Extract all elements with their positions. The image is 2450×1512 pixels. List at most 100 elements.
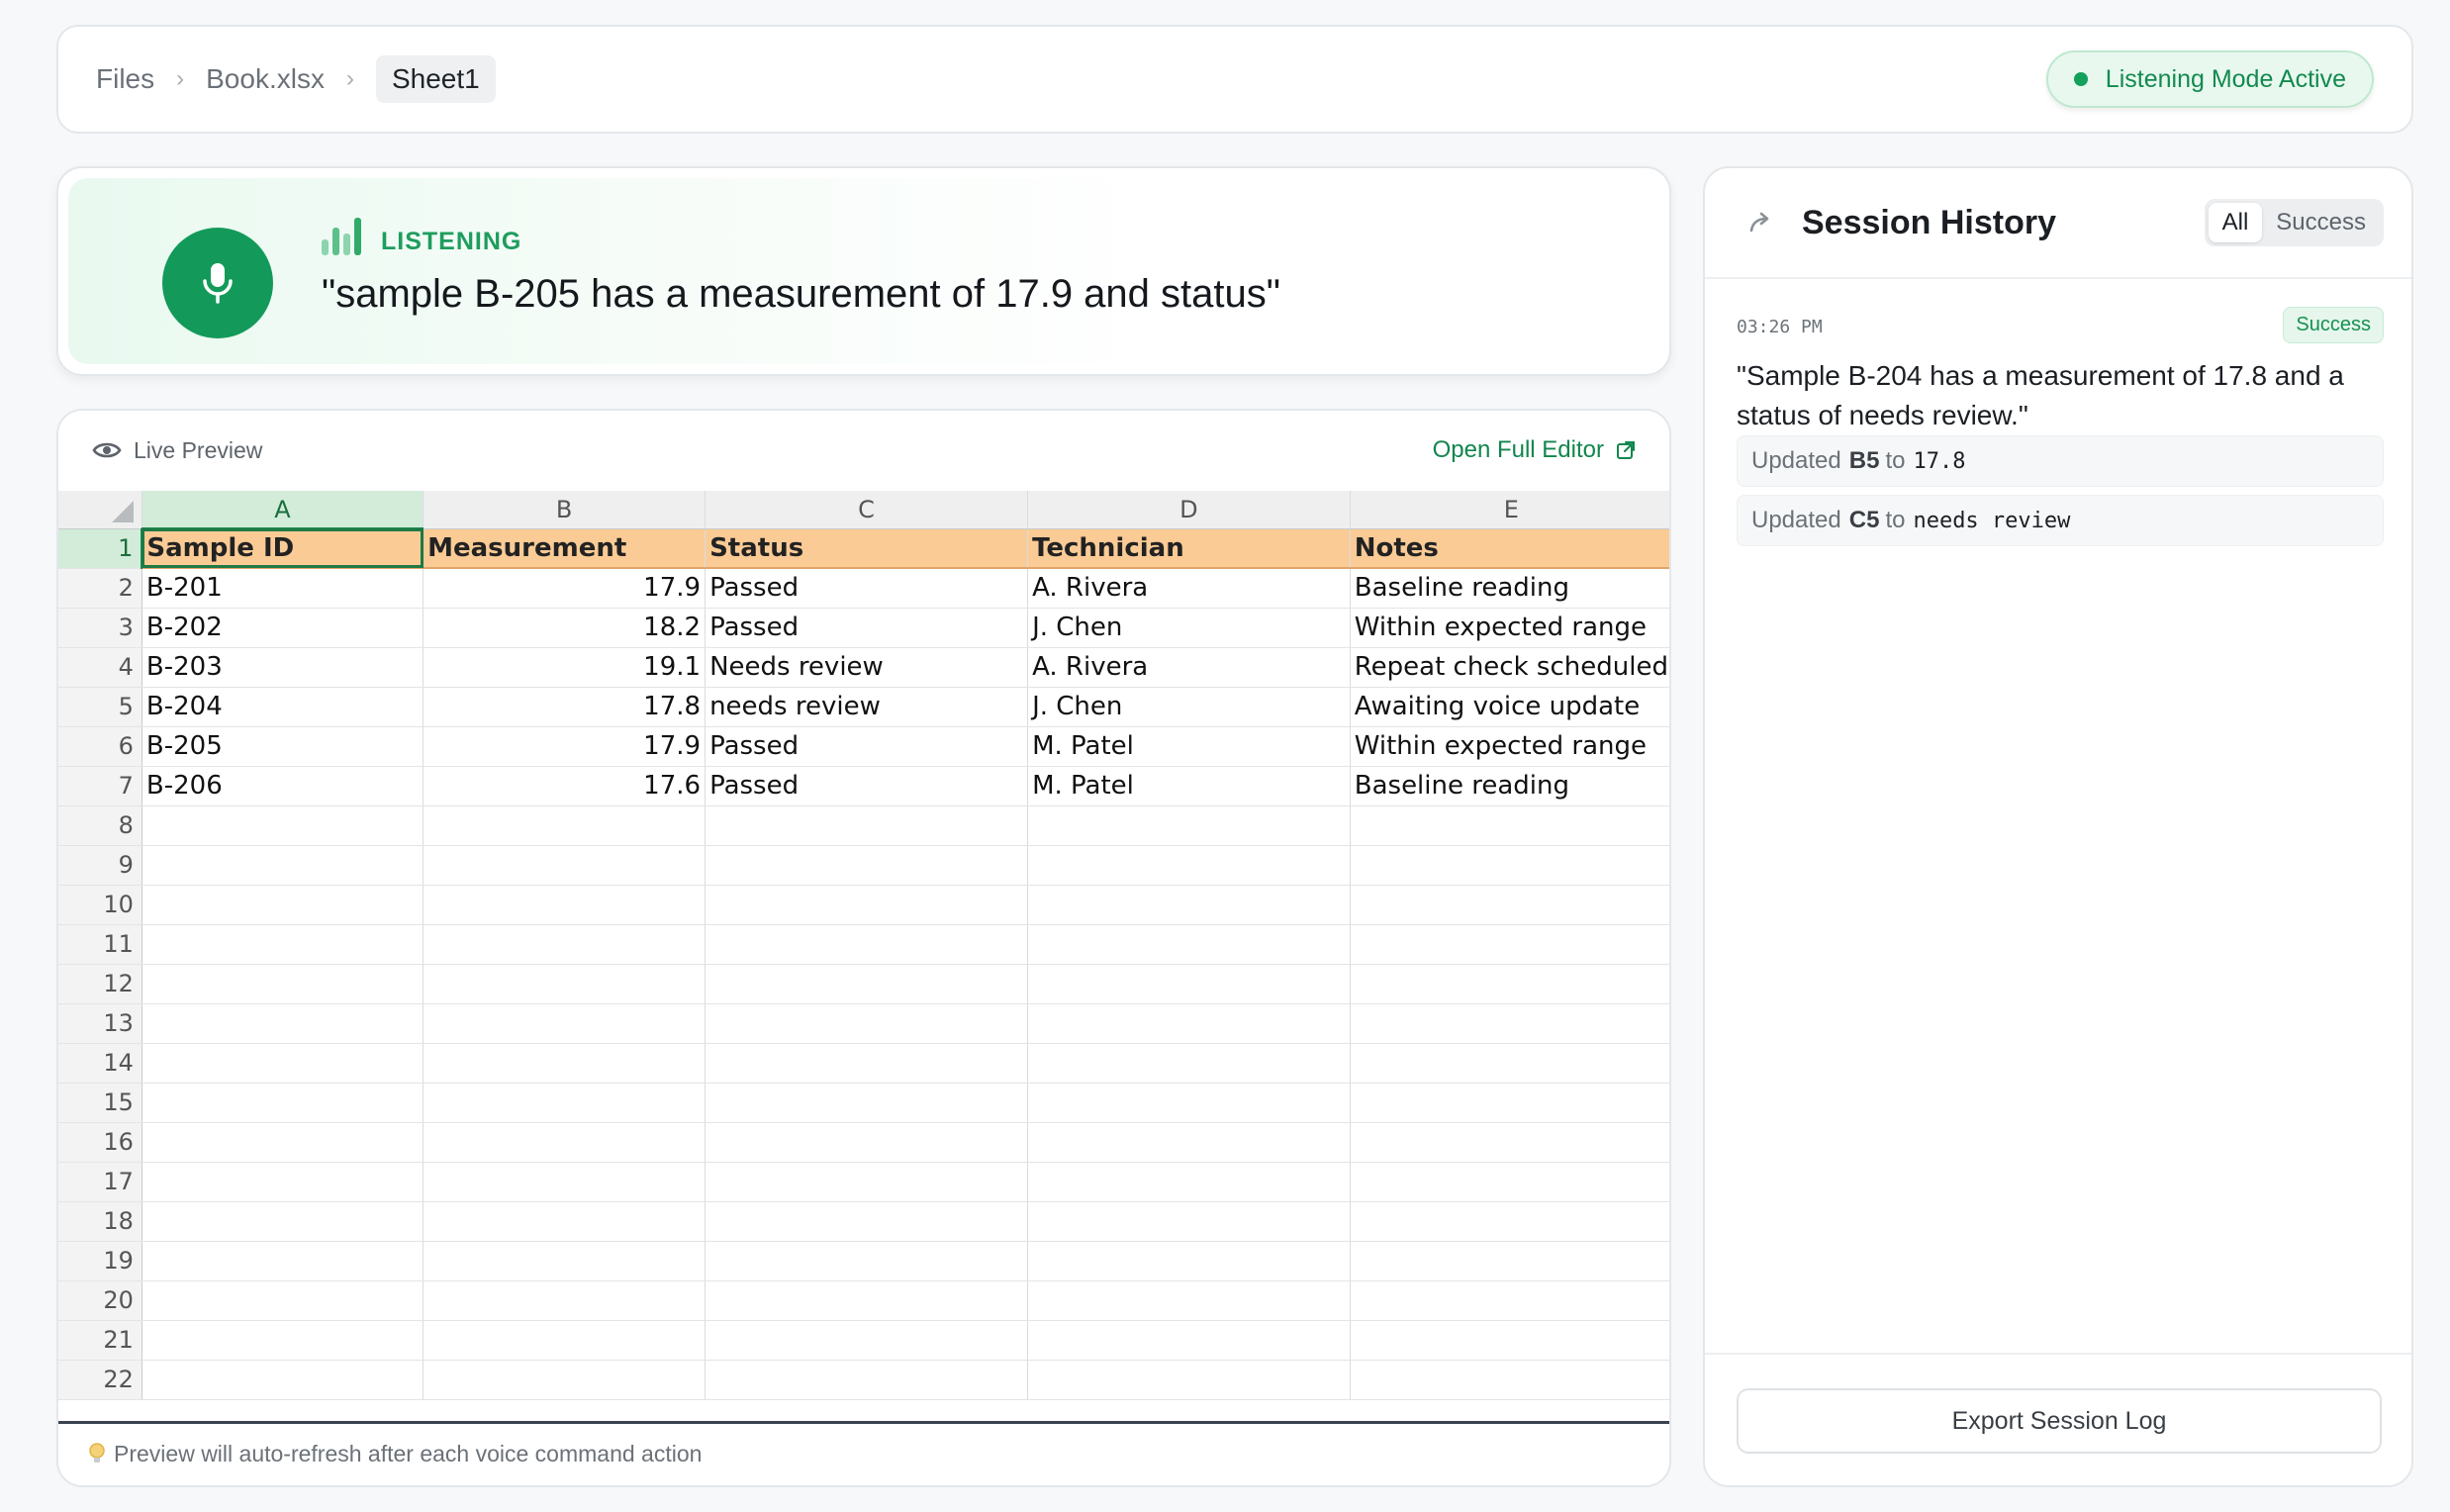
- cell-e18[interactable]: [1350, 1201, 1669, 1242]
- microphone-button[interactable]: [162, 228, 273, 338]
- cell-c19[interactable]: [705, 1241, 1029, 1281]
- cell-a21[interactable]: [141, 1320, 424, 1361]
- cell-d19[interactable]: [1027, 1241, 1351, 1281]
- cell-c7[interactable]: Passed: [705, 766, 1029, 806]
- cell-b8[interactable]: [423, 805, 707, 846]
- row-number[interactable]: 11: [58, 924, 142, 965]
- cell-a3[interactable]: B-202: [141, 608, 424, 648]
- cell-c15[interactable]: [705, 1083, 1029, 1123]
- cell-a7[interactable]: B-206: [141, 766, 424, 806]
- row-number[interactable]: 7: [58, 766, 142, 806]
- row-number[interactable]: 1: [58, 528, 143, 569]
- select-all-corner[interactable]: [58, 491, 142, 529]
- row-number[interactable]: 4: [58, 647, 142, 688]
- cell-d3[interactable]: J. Chen: [1027, 608, 1351, 648]
- cell-c1[interactable]: Status: [705, 528, 1029, 569]
- cell-a8[interactable]: [141, 805, 424, 846]
- row-number[interactable]: 15: [58, 1083, 142, 1123]
- row-number[interactable]: 20: [58, 1280, 142, 1321]
- cell-e8[interactable]: [1350, 805, 1669, 846]
- cell-d20[interactable]: [1027, 1280, 1351, 1321]
- cell-e16[interactable]: [1350, 1122, 1669, 1163]
- cell-b21[interactable]: [423, 1320, 707, 1361]
- cell-a2[interactable]: B-201: [141, 568, 424, 609]
- cell-a12[interactable]: [141, 964, 424, 1004]
- cell-a17[interactable]: [141, 1162, 424, 1202]
- cell-d22[interactable]: [1027, 1360, 1351, 1400]
- column-header-e[interactable]: E: [1350, 491, 1669, 529]
- row-number[interactable]: 14: [58, 1043, 142, 1084]
- row-number[interactable]: 12: [58, 964, 142, 1004]
- row-number[interactable]: 16: [58, 1122, 142, 1163]
- cell-a11[interactable]: [141, 924, 424, 965]
- cell-b19[interactable]: [423, 1241, 707, 1281]
- cell-e22[interactable]: [1350, 1360, 1669, 1400]
- cell-d7[interactable]: M. Patel: [1027, 766, 1351, 806]
- cell-c22[interactable]: [705, 1360, 1029, 1400]
- cell-d14[interactable]: [1027, 1043, 1351, 1084]
- cell-b6[interactable]: 17.9: [423, 726, 707, 767]
- cell-b20[interactable]: [423, 1280, 707, 1321]
- cell-e9[interactable]: [1350, 845, 1669, 886]
- cell-d9[interactable]: [1027, 845, 1351, 886]
- cell-e14[interactable]: [1350, 1043, 1669, 1084]
- cell-d13[interactable]: [1027, 1003, 1351, 1044]
- cell-c4[interactable]: Needs review: [705, 647, 1029, 688]
- cell-c9[interactable]: [705, 845, 1029, 886]
- row-number[interactable]: 8: [58, 805, 142, 846]
- row-number[interactable]: 10: [58, 885, 142, 925]
- cell-a1[interactable]: Sample ID: [141, 528, 424, 569]
- cell-a22[interactable]: [141, 1360, 424, 1400]
- cell-a18[interactable]: [141, 1201, 424, 1242]
- cell-b16[interactable]: [423, 1122, 707, 1163]
- cell-c13[interactable]: [705, 1003, 1029, 1044]
- cell-e13[interactable]: [1350, 1003, 1669, 1044]
- cell-c11[interactable]: [705, 924, 1029, 965]
- cell-e6[interactable]: Within expected range: [1350, 726, 1669, 767]
- cell-b15[interactable]: [423, 1083, 707, 1123]
- cell-e4[interactable]: Repeat check scheduled: [1350, 647, 1669, 688]
- cell-d2[interactable]: A. Rivera: [1027, 568, 1351, 609]
- row-number[interactable]: 5: [58, 687, 142, 727]
- cell-e10[interactable]: [1350, 885, 1669, 925]
- cell-e15[interactable]: [1350, 1083, 1669, 1123]
- cell-e20[interactable]: [1350, 1280, 1669, 1321]
- column-header-b[interactable]: B: [423, 491, 707, 529]
- cell-a10[interactable]: [141, 885, 424, 925]
- cell-d1[interactable]: Technician: [1027, 528, 1351, 569]
- cell-b22[interactable]: [423, 1360, 707, 1400]
- cell-e21[interactable]: [1350, 1320, 1669, 1361]
- cell-b13[interactable]: [423, 1003, 707, 1044]
- cell-d6[interactable]: M. Patel: [1027, 726, 1351, 767]
- cell-c20[interactable]: [705, 1280, 1029, 1321]
- cell-d12[interactable]: [1027, 964, 1351, 1004]
- cell-b10[interactable]: [423, 885, 707, 925]
- cell-e2[interactable]: Baseline reading: [1350, 568, 1669, 609]
- cell-b12[interactable]: [423, 964, 707, 1004]
- cell-b7[interactable]: 17.6: [423, 766, 707, 806]
- row-number[interactable]: 21: [58, 1320, 142, 1361]
- cell-d18[interactable]: [1027, 1201, 1351, 1242]
- row-number[interactable]: 2: [58, 568, 142, 609]
- row-number[interactable]: 9: [58, 845, 142, 886]
- cell-d11[interactable]: [1027, 924, 1351, 965]
- cell-b4[interactable]: 19.1: [423, 647, 707, 688]
- cell-c8[interactable]: [705, 805, 1029, 846]
- cell-a20[interactable]: [141, 1280, 424, 1321]
- cell-c6[interactable]: Passed: [705, 726, 1029, 767]
- cell-d5[interactable]: J. Chen: [1027, 687, 1351, 727]
- cell-b2[interactable]: 17.9: [423, 568, 707, 609]
- export-session-log-button[interactable]: Export Session Log: [1737, 1388, 2382, 1454]
- row-number[interactable]: 17: [58, 1162, 142, 1202]
- cell-d17[interactable]: [1027, 1162, 1351, 1202]
- cell-b17[interactable]: [423, 1162, 707, 1202]
- cell-b14[interactable]: [423, 1043, 707, 1084]
- row-number[interactable]: 19: [58, 1241, 142, 1281]
- row-number[interactable]: 22: [58, 1360, 142, 1400]
- cell-c17[interactable]: [705, 1162, 1029, 1202]
- cell-e7[interactable]: Baseline reading: [1350, 766, 1669, 806]
- cell-e12[interactable]: [1350, 964, 1669, 1004]
- row-number[interactable]: 13: [58, 1003, 142, 1044]
- cell-a9[interactable]: [141, 845, 424, 886]
- listening-mode-badge[interactable]: Listening Mode Active: [2045, 50, 2374, 108]
